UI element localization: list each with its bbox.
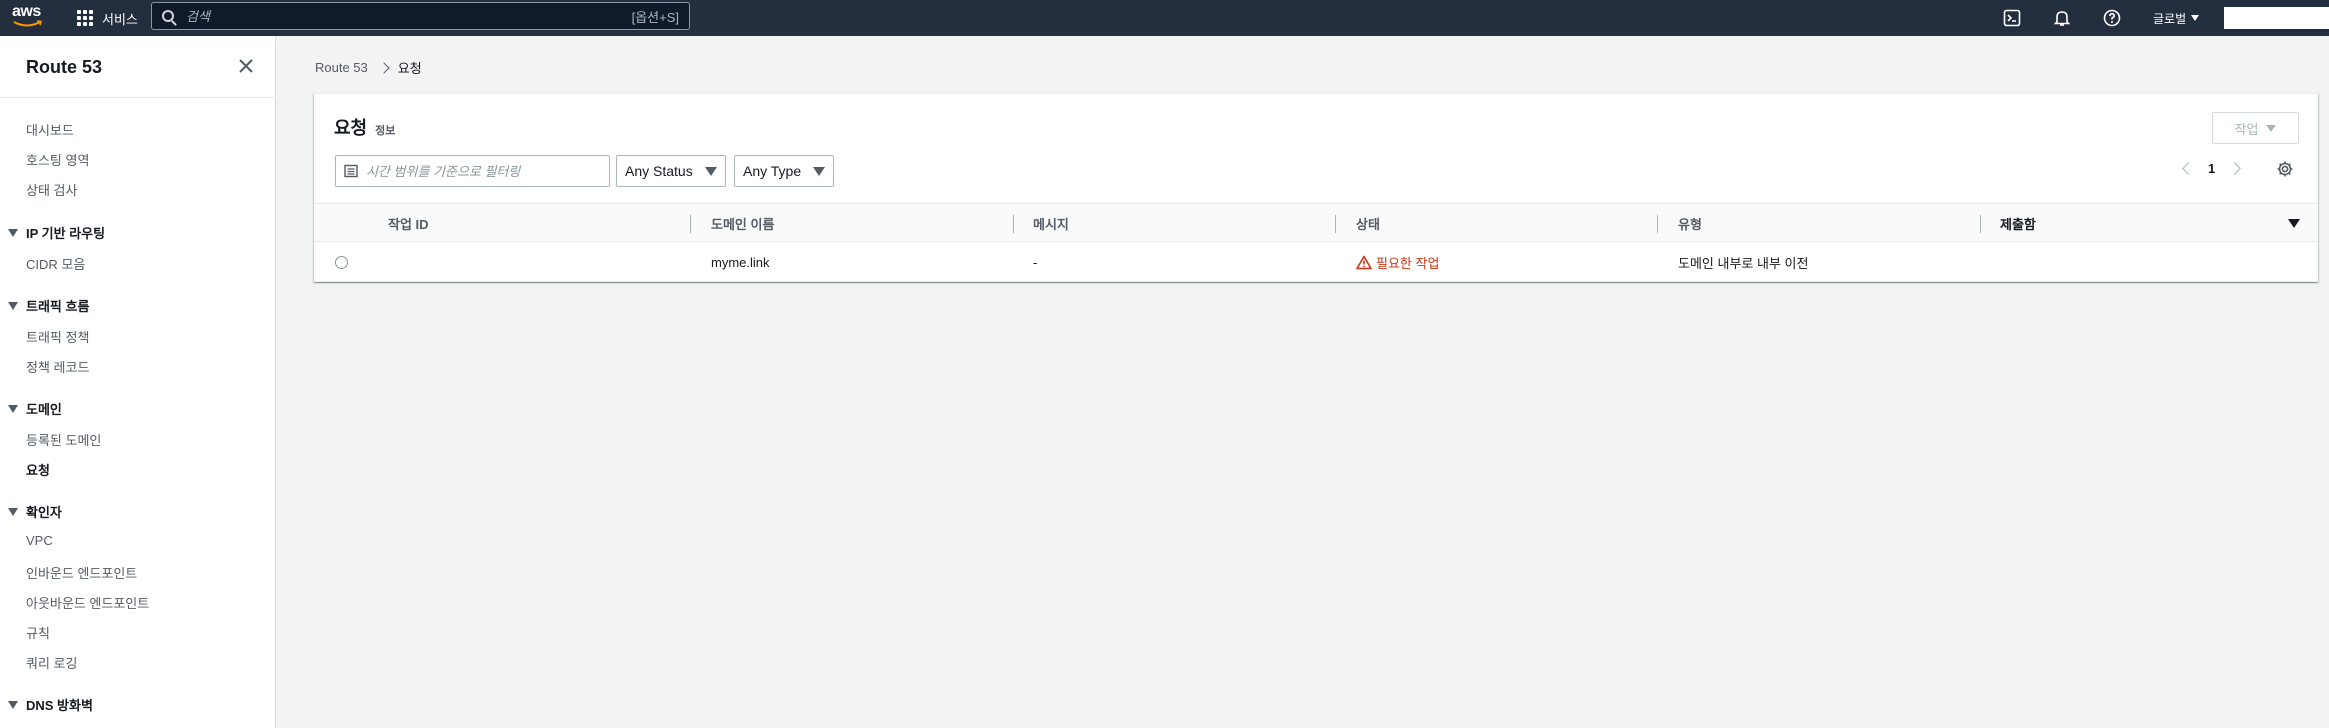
- region-label: 글로벌: [2153, 11, 2187, 26]
- sidebar-title: Route 53: [26, 57, 103, 77]
- caret-down-icon: [2191, 15, 2200, 21]
- section-label: 확인자: [26, 505, 62, 520]
- warning-icon: [1356, 255, 1372, 269]
- sidebar-section-domains[interactable]: 도메인: [8, 399, 62, 418]
- status-text: 필요한 작업: [1376, 255, 1440, 271]
- table-row[interactable]: myme.link - 필요한 작업 도메인 내부로 내부 이전: [314, 242, 2318, 282]
- section-label: IP 기반 라우팅: [26, 226, 106, 241]
- current-page-number[interactable]: 1: [2208, 161, 2215, 176]
- column-header-message[interactable]: 메시지: [1033, 204, 1069, 242]
- column-resizer[interactable]: [1657, 215, 1658, 233]
- row-select-radio[interactable]: [335, 256, 348, 269]
- sidebar-item-outbound-endpoints[interactable]: 아웃바운드 엔드포인트: [26, 593, 149, 612]
- sidebar-item-vpcs[interactable]: VPC: [26, 533, 53, 548]
- cell-status: 필요한 작업: [1356, 242, 1439, 282]
- sidebar-item-cidr-collections[interactable]: CIDR 모음: [26, 254, 85, 273]
- actions-button[interactable]: 작업: [2212, 112, 2299, 144]
- search-bar[interactable]: [옵션+S]: [151, 2, 690, 30]
- notifications-bell-icon[interactable]: [2051, 7, 2073, 29]
- cloudshell-icon[interactable]: [2001, 7, 2023, 29]
- aws-smile-icon: [13, 20, 43, 27]
- page-title: 요청: [334, 118, 368, 138]
- actions-label: 작업: [2234, 121, 2259, 137]
- region-selector[interactable]: 글로벌: [2153, 0, 2200, 36]
- column-header-operation-id[interactable]: 작업 ID: [388, 204, 429, 242]
- breadcrumb-route53-link[interactable]: Route 53: [315, 60, 368, 75]
- requests-panel: 요청 정보 작업 Any Status Any Type 1 작업 ID: [314, 93, 2318, 282]
- column-resizer[interactable]: [1980, 215, 1981, 233]
- column-header-submitted[interactable]: 제출함: [2000, 204, 2036, 242]
- column-header-domain-name[interactable]: 도메인 이름: [711, 204, 774, 242]
- caret-down-icon: [8, 404, 18, 413]
- panel-header: 요청 정보: [334, 114, 395, 140]
- sort-descending-icon[interactable]: [2288, 219, 2300, 228]
- sidebar-item-inbound-endpoints[interactable]: 인바운드 엔드포인트: [26, 563, 137, 582]
- info-link[interactable]: 정보: [375, 122, 395, 138]
- previous-page-icon[interactable]: [2182, 162, 2195, 175]
- pagination: 1: [2182, 161, 2242, 176]
- caret-down-icon: [705, 166, 717, 176]
- caret-down-icon: [813, 166, 825, 176]
- chevron-right-icon: [378, 61, 390, 74]
- sidebar: Route 53 대시보드 호스팅 영역 상태 검사 IP 기반 라우팅 CID…: [0, 36, 276, 728]
- sidebar-section-traffic-flow[interactable]: 트래픽 흐름: [8, 296, 89, 315]
- type-select[interactable]: Any Type: [734, 155, 834, 187]
- search-input[interactable]: [186, 8, 632, 24]
- help-icon[interactable]: [2101, 7, 2123, 29]
- top-navigation: aws 서비스 [옵션+S]: [0, 0, 2329, 36]
- services-menu-button[interactable]: 서비스: [77, 0, 138, 36]
- aws-logo-text: aws: [12, 3, 41, 20]
- caret-down-icon: [8, 301, 18, 310]
- cell-type: 도메인 내부로 내부 이전: [1678, 255, 1809, 271]
- column-resizer[interactable]: [690, 215, 691, 233]
- close-icon: [239, 59, 253, 73]
- sidebar-item-registered-domains[interactable]: 등록된 도메인: [26, 430, 101, 449]
- status-select-value: Any Status: [625, 163, 693, 179]
- breadcrumb-current: 요청: [397, 61, 422, 76]
- account-menu[interactable]: [2224, 7, 2329, 29]
- search-shortcut: [옵션+S]: [631, 9, 679, 25]
- sidebar-section-ip-routing[interactable]: IP 기반 라우팅: [8, 223, 105, 242]
- time-range-filter-input[interactable]: [366, 163, 601, 179]
- caret-down-icon: [8, 507, 18, 516]
- time-range-filter[interactable]: [335, 155, 610, 187]
- sidebar-item-dashboard[interactable]: 대시보드: [26, 120, 74, 139]
- sidebar-item-traffic-policies[interactable]: 트래픽 정책: [26, 327, 89, 346]
- status-select[interactable]: Any Status: [616, 155, 726, 187]
- sidebar-item-health-checks[interactable]: 상태 검사: [26, 180, 77, 199]
- column-header-type[interactable]: 유형: [1678, 204, 1702, 242]
- column-resizer[interactable]: [1335, 215, 1336, 233]
- breadcrumb: Route 53 요청: [315, 58, 422, 77]
- section-label: 트래픽 흐름: [26, 299, 90, 314]
- cell-domain-name: myme.link: [711, 254, 770, 270]
- sidebar-section-dns-firewall[interactable]: DNS 방화벽: [8, 695, 93, 714]
- column-resizer[interactable]: [1013, 215, 1014, 233]
- cell-message: -: [1033, 254, 1038, 270]
- sidebar-item-hosted-zones[interactable]: 호스팅 영역: [26, 150, 89, 169]
- section-label: DNS 방화벽: [26, 698, 93, 713]
- sidebar-item-requests[interactable]: 요청: [26, 460, 50, 479]
- sidebar-divider: [0, 97, 276, 98]
- column-header-status[interactable]: 상태: [1356, 204, 1380, 242]
- sidebar-item-query-logging[interactable]: 쿼리 로깅: [26, 653, 77, 672]
- section-label: 도메인: [26, 402, 62, 417]
- services-label: 서비스: [102, 11, 138, 27]
- close-sidebar-button[interactable]: [236, 56, 256, 76]
- settings-gear-icon[interactable]: [2276, 160, 2294, 178]
- table-header: 작업 ID 도메인 이름 메시지 상태 유형 제출함: [314, 203, 2318, 242]
- caret-down-icon: [8, 228, 18, 237]
- calendar-icon: [344, 164, 358, 178]
- aws-logo[interactable]: aws: [12, 3, 48, 30]
- sidebar-item-policy-records[interactable]: 정책 레코드: [26, 357, 89, 376]
- caret-down-icon: [8, 700, 18, 709]
- sidebar-item-rules[interactable]: 규칙: [26, 623, 50, 642]
- grid-icon: [77, 10, 93, 26]
- search-icon: [162, 10, 174, 22]
- caret-down-icon: [2266, 124, 2277, 132]
- next-page-icon[interactable]: [2228, 162, 2242, 175]
- type-select-value: Any Type: [743, 163, 802, 179]
- sidebar-section-resolver[interactable]: 확인자: [8, 502, 62, 521]
